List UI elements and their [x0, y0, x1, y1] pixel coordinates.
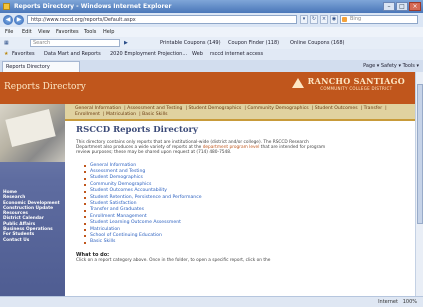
command-bar[interactable]: Page ▾ Safety ▾ Tools ▾: [363, 60, 419, 72]
menu-view[interactable]: View: [38, 27, 50, 37]
window-controls: – □ ×: [383, 2, 421, 11]
intro-text: This directory contains only reports tha…: [76, 140, 326, 156]
feed-icon[interactable]: ◉: [330, 15, 338, 24]
rancho-santiago-logo[interactable]: RANCHO SANTIAGO COMMUNITY COLLEGE DISTRI…: [291, 76, 405, 91]
toolbar-coupon-1[interactable]: Printable Coupons (149): [160, 37, 221, 49]
ie-icon: [3, 3, 10, 10]
favorite-item[interactable]: rsccd internet access: [210, 49, 263, 60]
menu-help[interactable]: Help: [103, 27, 114, 37]
status-bar: Internet 100%: [0, 296, 423, 307]
stop-icon[interactable]: ×: [320, 15, 328, 24]
tab-reports-directory[interactable]: Reports Directory: [2, 61, 80, 72]
toolbar-search-input[interactable]: Search: [30, 39, 120, 47]
search-input[interactable]: Bing: [340, 15, 418, 24]
topnav-link[interactable]: Assessment and Testing: [127, 106, 182, 111]
back-icon[interactable]: ◀: [3, 15, 13, 25]
topnav-link[interactable]: Community Demographics: [247, 106, 308, 111]
sidebar-item-contact-us[interactable]: Contact Us: [3, 238, 60, 243]
topnav-link[interactable]: General Information: [75, 106, 121, 111]
window-title-bar: Reports Directory - Windows Internet Exp…: [0, 0, 423, 13]
category-nav: General Information | Assessment and Test…: [65, 104, 423, 121]
minimize-icon[interactable]: –: [383, 2, 395, 11]
address-input[interactable]: http://www.rsccd.org/reports/Default.asp…: [27, 15, 297, 24]
topnav-link[interactable]: Student Outcomes: [315, 106, 358, 111]
logo-mountain-icon: [291, 76, 305, 88]
toolbar-logo-icon: ▦: [4, 40, 9, 46]
scrollbar-thumb[interactable]: [417, 84, 423, 224]
topnav-link[interactable]: Enrollment: [75, 112, 100, 117]
sidebar: Home Research Economic Development Const…: [0, 104, 65, 296]
favorite-item[interactable]: Web: [192, 49, 203, 60]
address-bar-row: ◀ ▶ http://www.rsccd.org/reports/Default…: [0, 13, 423, 28]
menu-edit[interactable]: Edit: [22, 27, 32, 37]
window-title: Reports Directory - Windows Internet Exp…: [14, 3, 172, 10]
topnav-link[interactable]: Student Demographics: [188, 106, 241, 111]
favorites-label[interactable]: Favorites: [12, 49, 35, 60]
vertical-scrollbar[interactable]: [415, 72, 423, 296]
refresh-icon[interactable]: ↻: [310, 15, 318, 24]
zoom-level[interactable]: 100%: [403, 299, 417, 305]
maximize-icon[interactable]: □: [396, 2, 408, 11]
site-title: Reports Directory: [4, 82, 86, 92]
menu-file[interactable]: File: [5, 27, 13, 37]
favorites-star-icon[interactable]: ★: [4, 49, 8, 60]
address-tools: ▾ ↻ × ◉: [300, 15, 338, 24]
sidebar-nav: Home Research Economic Development Const…: [3, 190, 60, 243]
favorite-item[interactable]: Data Mart and Reports: [44, 49, 101, 60]
close-icon[interactable]: ×: [409, 2, 421, 11]
logo-subtitle: COMMUNITY COLLEGE DISTRICT: [320, 86, 393, 91]
topnav-link[interactable]: Transfer: [364, 106, 382, 111]
what-to-do-text: Click on a report category above. Once i…: [76, 257, 271, 263]
forward-icon[interactable]: ▶: [14, 15, 24, 25]
favorite-item[interactable]: 2020 Employment Projection...: [110, 49, 187, 60]
page-title: RSCCD Reports Directory: [76, 125, 198, 135]
compat-icon[interactable]: ▾: [300, 15, 308, 24]
logo-name: RANCHO SANTIAGO: [307, 76, 405, 86]
sidebar-photo: [0, 104, 65, 162]
site-header: Reports Directory RANCHO SANTIAGO COMMUN…: [0, 72, 423, 104]
list-item[interactable]: Basic Skills: [84, 239, 406, 245]
main-content: RSCCD Reports Directory This directory c…: [76, 123, 406, 263]
report-category-list: General Information Assessment and Testi…: [76, 163, 406, 246]
menu-favorites[interactable]: Favorites: [56, 27, 79, 37]
topnav-link[interactable]: Matriculation: [106, 112, 136, 117]
toolbar-coupon-2[interactable]: Coupon Finder (118): [228, 37, 279, 49]
menu-tools[interactable]: Tools: [84, 27, 96, 37]
status-zone: Internet: [378, 299, 398, 305]
web-page: Reports Directory RANCHO SANTIAGO COMMUN…: [0, 72, 423, 296]
toolbar-coupon-3[interactable]: Online Coupons (168): [290, 37, 344, 49]
toolbar-go-icon[interactable]: ▶: [124, 37, 128, 49]
topnav-link[interactable]: Basic Skills: [142, 112, 167, 117]
